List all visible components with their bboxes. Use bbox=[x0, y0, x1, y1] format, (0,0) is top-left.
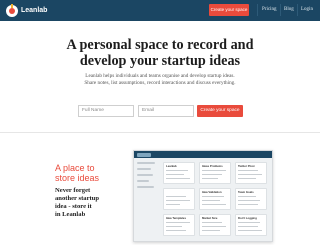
nav-link-pricing[interactable]: Pricing bbox=[262, 4, 276, 16]
logo-text: Leanlab bbox=[21, 7, 48, 14]
card-line bbox=[166, 196, 186, 198]
feature-text-line-1: Never forget bbox=[55, 187, 91, 194]
hero-subtitle-line-2: Share notes, list assumptions, record in… bbox=[84, 80, 236, 86]
idea-card: Ideas Problems bbox=[199, 162, 231, 184]
card-line bbox=[238, 230, 262, 232]
feature-text: Never forget another startup idea - stor… bbox=[55, 187, 115, 219]
idea-card-title: Idea Validation bbox=[202, 190, 222, 194]
nav-link-blog[interactable]: Blog bbox=[284, 4, 294, 16]
logo[interactable]: Leanlab bbox=[6, 3, 48, 17]
hero-title: A personal space to record and develop y… bbox=[0, 37, 320, 69]
app-screenshot: Leanlab Ideas Problems Twitter Pivot Ide… bbox=[133, 150, 273, 242]
card-line bbox=[202, 222, 222, 224]
card-line bbox=[202, 230, 220, 232]
card-line bbox=[238, 174, 262, 176]
idea-card: Leanlab bbox=[163, 162, 195, 184]
nav-divider bbox=[280, 4, 281, 16]
card-line bbox=[166, 204, 180, 206]
leanlab-logo-icon bbox=[6, 3, 18, 17]
nav-divider bbox=[297, 4, 298, 16]
card-line bbox=[238, 200, 260, 202]
sidebar-line bbox=[137, 168, 151, 170]
hero-title-line-1: A personal space to record and bbox=[66, 37, 254, 53]
idea-card: Don't Logging bbox=[235, 214, 267, 236]
nav-link-login[interactable]: Login bbox=[301, 4, 313, 16]
card-line bbox=[166, 200, 190, 202]
hero-title-line-2: develop your startup ideas bbox=[79, 53, 241, 69]
card-line bbox=[202, 178, 218, 180]
idea-card bbox=[163, 188, 195, 210]
nav-create-space-button[interactable]: Create your space bbox=[209, 4, 249, 16]
idea-card: Idea Validation bbox=[199, 188, 231, 210]
card-line bbox=[166, 178, 190, 180]
hero-subtitle-line-1: Leanlab helps individuals and teams orga… bbox=[85, 73, 235, 79]
idea-card-title: Team Goals bbox=[238, 190, 254, 194]
card-line bbox=[202, 200, 220, 202]
sidebar-line bbox=[137, 162, 155, 164]
hero-subtitle: Leanlab helps individuals and teams orga… bbox=[0, 73, 320, 87]
idea-card-title: Ideas Problems bbox=[202, 164, 223, 168]
screenshot-topbar bbox=[134, 151, 272, 158]
nav-divider bbox=[257, 4, 258, 16]
email-input[interactable]: Email bbox=[138, 105, 194, 117]
idea-card: Twitter Pivot bbox=[235, 162, 267, 184]
idea-card-title: Don't Logging bbox=[238, 216, 257, 220]
card-line bbox=[238, 178, 256, 180]
feature-title: A place to store ideas bbox=[55, 163, 115, 183]
card-line bbox=[166, 230, 186, 232]
idea-card: Team Goals bbox=[235, 188, 267, 210]
idea-card-title: Twitter Pivot bbox=[238, 164, 255, 168]
card-line bbox=[166, 226, 182, 228]
feature-text-line-4: in Leanlab bbox=[55, 211, 86, 218]
card-line bbox=[238, 226, 258, 228]
idea-card: Idea Templates bbox=[163, 214, 195, 236]
feature-text-line-3: idea - store it bbox=[55, 203, 92, 210]
top-navigation-bar: Leanlab Create your space Pricing Blog L… bbox=[0, 0, 320, 21]
card-line bbox=[202, 170, 226, 172]
feature-text-line-2: another startup bbox=[55, 195, 100, 202]
idea-card: Market Size bbox=[199, 214, 231, 236]
card-line bbox=[166, 174, 184, 176]
section-divider bbox=[0, 132, 320, 133]
card-line bbox=[238, 222, 260, 224]
screenshot-sidebar bbox=[137, 162, 159, 240]
card-line bbox=[238, 196, 256, 198]
card-line bbox=[166, 222, 190, 224]
idea-card-title: Market Size bbox=[202, 216, 218, 220]
hero-create-space-button[interactable]: Create your space bbox=[197, 105, 243, 117]
card-line bbox=[202, 174, 222, 176]
sidebar-line bbox=[137, 180, 149, 182]
feature-title-line-1: A place to bbox=[55, 163, 95, 173]
idea-card-title: Leanlab bbox=[166, 164, 177, 168]
card-line bbox=[166, 170, 188, 172]
sidebar-line bbox=[137, 174, 153, 176]
card-line bbox=[202, 196, 224, 198]
sidebar-line bbox=[137, 186, 154, 188]
feature-title-line-2: store ideas bbox=[55, 173, 100, 183]
full-name-input[interactable]: Full Name bbox=[78, 105, 134, 117]
card-line bbox=[202, 226, 226, 228]
idea-card-title: Idea Templates bbox=[166, 216, 186, 220]
card-line bbox=[202, 204, 226, 206]
card-line bbox=[238, 170, 258, 172]
screenshot-logo bbox=[137, 152, 151, 157]
card-line bbox=[238, 204, 258, 206]
